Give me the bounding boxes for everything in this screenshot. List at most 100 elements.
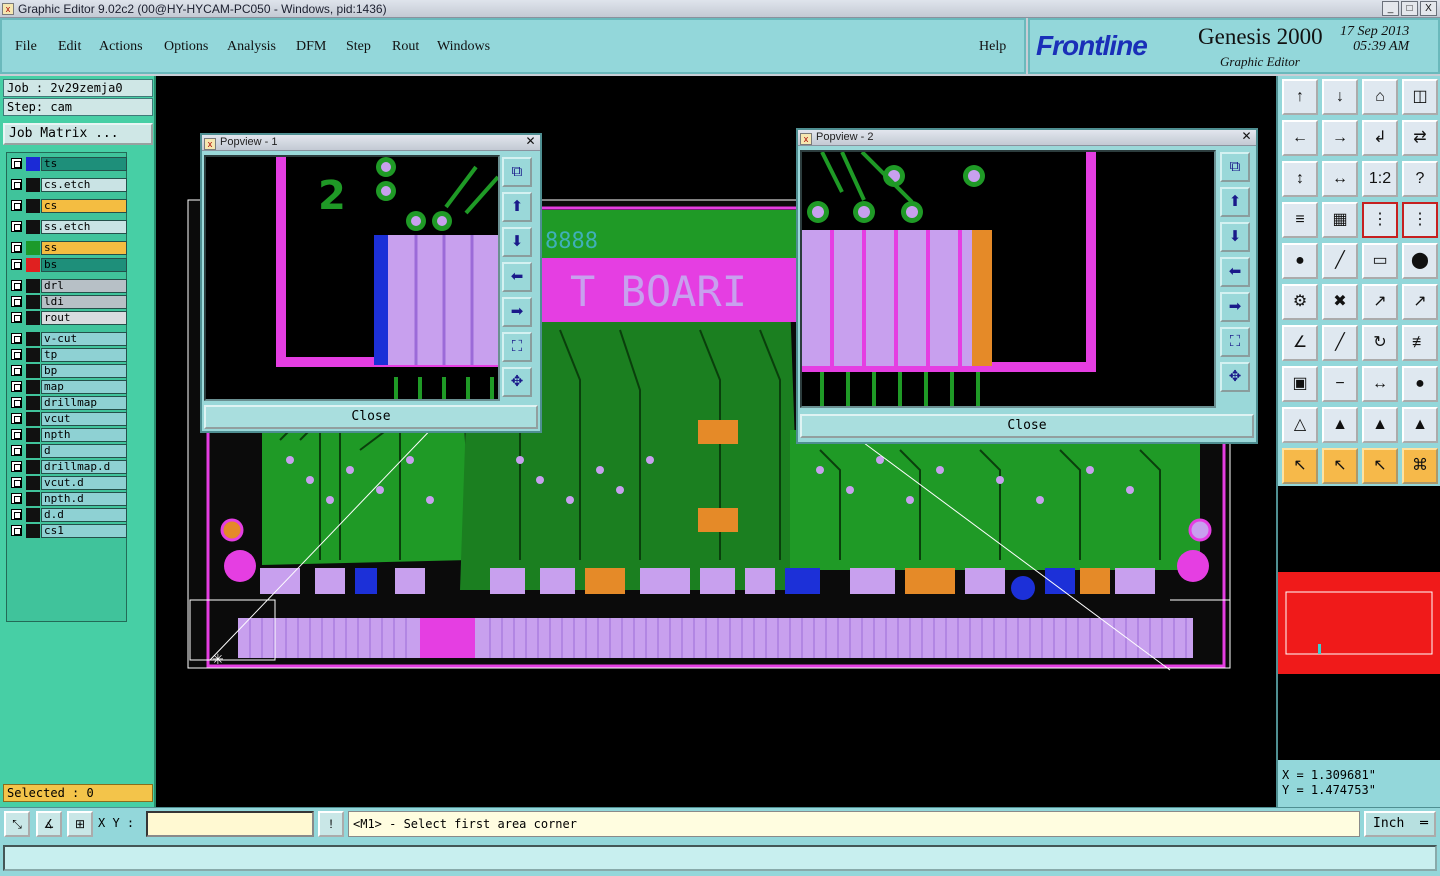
minimize-button[interactable]: _ bbox=[1382, 1, 1399, 16]
layer-color-swatch[interactable] bbox=[26, 157, 40, 171]
layer-color-swatch[interactable] bbox=[26, 396, 40, 410]
layer-name[interactable]: cs1 bbox=[41, 524, 127, 538]
layer-row-vcut-d[interactable]: vcut.d bbox=[9, 476, 127, 490]
layer-color-swatch[interactable] bbox=[26, 311, 40, 325]
layer-row-drl[interactable]: drl bbox=[9, 279, 127, 293]
layer-checkbox[interactable] bbox=[11, 477, 22, 488]
help-icon[interactable]: ? bbox=[1402, 161, 1438, 197]
layer-color-swatch[interactable] bbox=[26, 279, 40, 293]
add-circle-icon[interactable]: ⬤ bbox=[1402, 243, 1438, 279]
layer-row-d-d[interactable]: d.d bbox=[9, 508, 127, 522]
popview-2-close-icon[interactable]: ✕ bbox=[1240, 130, 1253, 143]
layer-name[interactable]: bs bbox=[41, 258, 127, 272]
popview-1-pan-up-icon[interactable]: ⬆ bbox=[502, 192, 532, 222]
swap-icon[interactable]: ⇄ bbox=[1402, 120, 1438, 156]
layer-color-swatch[interactable] bbox=[26, 258, 40, 272]
popview-1-pan-down-icon[interactable]: ⬇ bbox=[502, 227, 532, 257]
layer-row-npth-d[interactable]: npth.d bbox=[9, 492, 127, 506]
layer-up-icon[interactable]: ↑ bbox=[1282, 79, 1318, 115]
layer-checkbox[interactable] bbox=[11, 365, 22, 376]
popview-2-close-button[interactable]: Close bbox=[800, 414, 1254, 438]
layer-row-v-cut[interactable]: v-cut bbox=[9, 332, 127, 346]
popview-2-view[interactable] bbox=[800, 150, 1216, 408]
layer-color-swatch[interactable] bbox=[26, 492, 40, 506]
popview-1-pan-left-icon[interactable]: ⬅ bbox=[502, 262, 532, 292]
layer-row-bp[interactable]: bp bbox=[9, 364, 127, 378]
layer-color-swatch[interactable] bbox=[26, 508, 40, 522]
layer-color-swatch[interactable] bbox=[26, 412, 40, 426]
layer-color-swatch[interactable] bbox=[26, 524, 40, 538]
layer-checkbox[interactable] bbox=[11, 242, 22, 253]
layer-checkbox[interactable] bbox=[11, 296, 22, 307]
grid-icon[interactable]: ⊞ bbox=[67, 811, 93, 837]
layer-name[interactable]: ldi bbox=[41, 295, 127, 309]
menu-analysis[interactable]: Analysis bbox=[227, 39, 276, 55]
layer-name[interactable]: ss bbox=[41, 241, 127, 255]
popview-2-zoom-icon[interactable]: ⧉ bbox=[1220, 152, 1250, 182]
copy-icon[interactable]: ↗ bbox=[1402, 284, 1438, 320]
layer-checkbox[interactable] bbox=[11, 349, 22, 360]
menu-actions[interactable]: Actions bbox=[99, 39, 143, 55]
graphic-canvas[interactable]: T BOARI 8888 ✳ x Popview - 1 ✕ 2 ⧉ ⬆ ⬇ ⬅… bbox=[156, 76, 1276, 807]
layer-checkbox[interactable] bbox=[11, 259, 22, 270]
stretch-icon[interactable]: ↔ bbox=[1362, 366, 1398, 402]
menu-help[interactable]: Help bbox=[979, 39, 1006, 55]
popview-1-pan-right-icon[interactable]: ➡ bbox=[502, 297, 532, 327]
popview-2-fit-icon[interactable]: ⛶ bbox=[1220, 327, 1250, 357]
unit-selector[interactable]: Inch ═ bbox=[1364, 811, 1436, 837]
job-matrix-button[interactable]: Job Matrix ... bbox=[3, 123, 153, 145]
select-3-icon[interactable]: ↖ bbox=[1362, 448, 1398, 484]
layer-checkbox[interactable] bbox=[11, 333, 22, 344]
layer-name[interactable]: drl bbox=[41, 279, 127, 293]
menu-edit[interactable]: Edit bbox=[58, 39, 81, 55]
menu-dfm[interactable]: DFM bbox=[296, 39, 326, 55]
layer-color-swatch[interactable] bbox=[26, 332, 40, 346]
layer-row-cs1[interactable]: cs1 bbox=[9, 524, 127, 538]
xy-input[interactable] bbox=[146, 811, 314, 837]
mirror-icon[interactable]: ≢ bbox=[1402, 325, 1438, 361]
layer-row-ss-etch[interactable]: ss.etch bbox=[9, 220, 127, 234]
layer-name[interactable]: map bbox=[41, 380, 127, 394]
layer-row-tp[interactable]: tp bbox=[9, 348, 127, 362]
tri-3-icon[interactable]: ▲ bbox=[1362, 407, 1398, 443]
layer-name[interactable]: vcut bbox=[41, 412, 127, 426]
maximize-button[interactable]: □ bbox=[1401, 1, 1418, 16]
minus-icon[interactable]: − bbox=[1322, 366, 1358, 402]
layer-checkbox[interactable] bbox=[11, 381, 22, 392]
layer-row-ldi[interactable]: ldi bbox=[9, 295, 127, 309]
fit-vertical-icon[interactable]: ↕ bbox=[1282, 161, 1318, 197]
rotate-icon[interactable]: ↻ bbox=[1362, 325, 1398, 361]
layer-checkbox[interactable] bbox=[11, 158, 22, 169]
layer-row-vcut[interactable]: vcut bbox=[9, 412, 127, 426]
layer-name[interactable]: d bbox=[41, 444, 127, 458]
scale-half-icon[interactable]: 1:2 bbox=[1362, 161, 1398, 197]
route-icon[interactable]: ⌘ bbox=[1402, 448, 1438, 484]
menu-windows[interactable]: Windows bbox=[437, 39, 490, 55]
measure-icon[interactable]: ▭ bbox=[1362, 243, 1398, 279]
add-pad-icon[interactable]: ● bbox=[1282, 243, 1318, 279]
layer-name[interactable]: drillmap.d bbox=[41, 460, 127, 474]
snap-off-icon[interactable]: ⋮ bbox=[1402, 202, 1438, 238]
layer-name[interactable]: cs bbox=[41, 199, 127, 213]
layer-color-swatch[interactable] bbox=[26, 199, 40, 213]
layer-row-map[interactable]: map bbox=[9, 380, 127, 394]
layer-row-bs[interactable]: bs bbox=[9, 258, 127, 272]
pan-right-icon[interactable]: → bbox=[1322, 120, 1358, 156]
layer-name[interactable]: rout bbox=[41, 311, 127, 325]
layer-row-cs-etch[interactable]: cs.etch bbox=[9, 178, 127, 192]
line-icon[interactable]: ╱ bbox=[1322, 325, 1358, 361]
tri-4-icon[interactable]: ▲ bbox=[1402, 407, 1438, 443]
layer-checkbox[interactable] bbox=[11, 413, 22, 424]
layer-color-swatch[interactable] bbox=[26, 241, 40, 255]
layer-color-swatch[interactable] bbox=[26, 380, 40, 394]
layer-color-swatch[interactable] bbox=[26, 178, 40, 192]
layer-name[interactable]: ts bbox=[41, 157, 127, 171]
pan-left-icon[interactable]: ← bbox=[1282, 120, 1318, 156]
info-icon[interactable]: ! bbox=[318, 811, 344, 837]
popview-2-pan-up-icon[interactable]: ⬆ bbox=[1220, 187, 1250, 217]
layer-row-drillmap[interactable]: drillmap bbox=[9, 396, 127, 410]
layer-name[interactable]: ss.etch bbox=[41, 220, 127, 234]
layer-name[interactable]: tp bbox=[41, 348, 127, 362]
connect-icon[interactable]: ⚙ bbox=[1282, 284, 1318, 320]
layer-color-swatch[interactable] bbox=[26, 364, 40, 378]
